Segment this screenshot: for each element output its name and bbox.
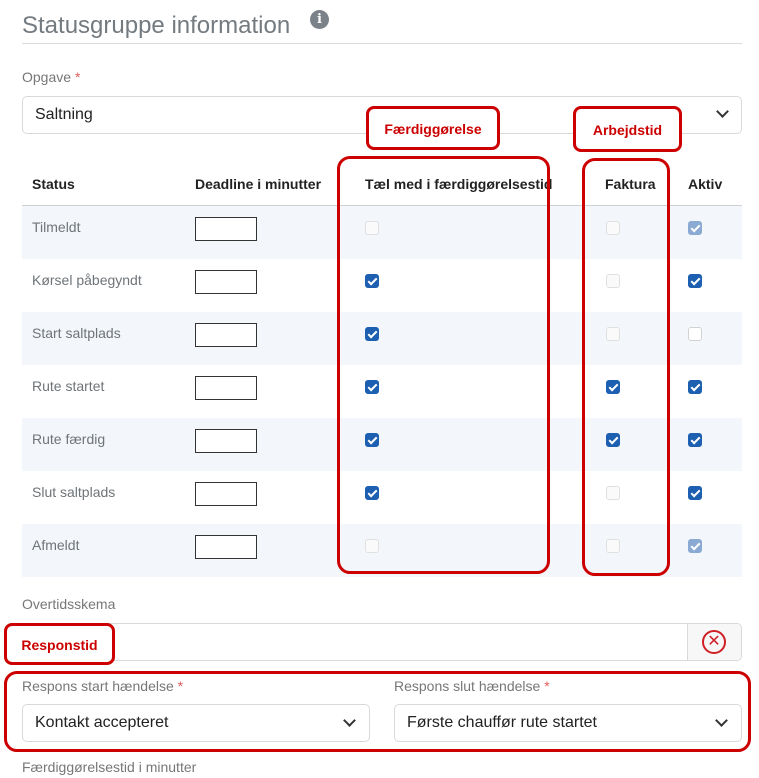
- deadline-input[interactable]: [195, 429, 257, 453]
- annotation-response-label: Responstid: [4, 623, 115, 665]
- deadline-input[interactable]: [195, 376, 257, 400]
- opgave-label-text: Opgave: [22, 69, 72, 85]
- completion-minutes-label: Færdiggørelsestid i minutter: [22, 759, 197, 775]
- active-checkbox: [688, 539, 702, 553]
- required-mark: *: [74, 69, 81, 85]
- status-label: Rute færdig: [32, 431, 106, 447]
- overtid-select[interactable]: ✕: [22, 623, 742, 661]
- deadline-input[interactable]: [195, 323, 257, 347]
- status-label: Kørsel påbegyndt: [32, 272, 142, 288]
- chevron-down-icon: [716, 105, 729, 118]
- active-checkbox[interactable]: [688, 274, 702, 288]
- header-deadline: Deadline i minutter: [195, 176, 322, 192]
- annotation-response-box: [4, 671, 751, 752]
- close-circle-icon: ✕: [702, 630, 726, 654]
- clear-button[interactable]: ✕: [687, 624, 741, 660]
- active-checkbox[interactable]: [688, 380, 702, 394]
- active-checkbox[interactable]: [688, 433, 702, 447]
- annotation-worktime-text: Arbejdstid: [592, 122, 663, 138]
- annotation-response-text: Responstid: [21, 637, 98, 653]
- status-label: Tilmeldt: [32, 219, 81, 235]
- active-checkbox[interactable]: [688, 327, 702, 341]
- annotation-worktime-box: [582, 158, 670, 576]
- deadline-input[interactable]: [195, 270, 257, 294]
- overtid-label: Overtidsskema: [22, 596, 116, 612]
- annotation-completion-label: Færdiggørelse: [366, 106, 500, 150]
- info-circle-icon[interactable]: i: [310, 10, 329, 29]
- annotation-completion-text: Færdiggørelse: [384, 121, 482, 137]
- annotation-completion-box: [337, 156, 550, 574]
- header-active: Aktiv: [688, 176, 723, 192]
- deadline-input[interactable]: [195, 217, 257, 241]
- deadline-input[interactable]: [195, 535, 257, 559]
- page-title: Statusgruppe information: [22, 12, 291, 39]
- active-checkbox[interactable]: [688, 486, 702, 500]
- status-label: Slut saltplads: [32, 484, 116, 500]
- annotation-worktime-label: Arbejdstid: [573, 106, 682, 152]
- section-header: Statusgruppe information i: [22, 10, 742, 44]
- opgave-label: Opgave *: [22, 69, 80, 85]
- header-status: Status: [32, 176, 75, 192]
- status-label: Afmeldt: [32, 537, 80, 553]
- status-label: Start saltplads: [32, 325, 121, 341]
- status-label: Rute startet: [32, 378, 105, 394]
- opgave-select-value: Saltning: [35, 106, 93, 123]
- deadline-input[interactable]: [195, 482, 257, 506]
- active-checkbox: [688, 221, 702, 235]
